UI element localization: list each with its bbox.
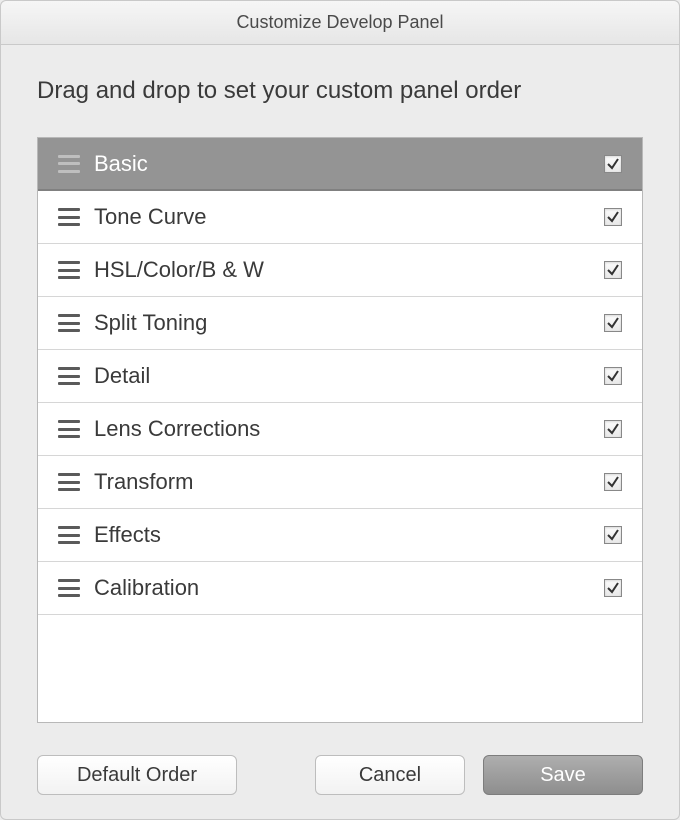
panel-checkbox-basic[interactable]: [604, 155, 622, 173]
panel-checkbox-detail[interactable]: [604, 367, 622, 385]
panel-label: Tone Curve: [94, 204, 604, 230]
window-titlebar: Customize Develop Panel: [1, 1, 679, 45]
panel-checkbox-split-toning[interactable]: [604, 314, 622, 332]
dialog-footer: Default Order Cancel Save: [37, 755, 643, 795]
panel-checkbox-hsl-color-bw[interactable]: [604, 261, 622, 279]
panel-checkbox-transform[interactable]: [604, 473, 622, 491]
panel-row-transform[interactable]: Transform: [38, 456, 642, 509]
panel-checkbox-lens-corrections[interactable]: [604, 420, 622, 438]
panel-checkbox-effects[interactable]: [604, 526, 622, 544]
panel-row-basic[interactable]: Basic: [38, 138, 642, 191]
panel-checkbox-tone-curve[interactable]: [604, 208, 622, 226]
drag-handle-icon[interactable]: [58, 314, 80, 332]
drag-handle-icon[interactable]: [58, 367, 80, 385]
panel-label: Detail: [94, 363, 604, 389]
panel-row-detail[interactable]: Detail: [38, 350, 642, 403]
panel-label: Effects: [94, 522, 604, 548]
panel-checkbox-calibration[interactable]: [604, 579, 622, 597]
panel-label: Calibration: [94, 575, 604, 601]
drag-handle-icon[interactable]: [58, 579, 80, 597]
drag-handle-icon[interactable]: [58, 208, 80, 226]
drag-handle-icon[interactable]: [58, 526, 80, 544]
drag-handle-icon[interactable]: [58, 420, 80, 438]
panel-label: Split Toning: [94, 310, 604, 336]
panel-list: Basic Tone Curve HSL/Color/B & W: [37, 137, 643, 723]
save-button[interactable]: Save: [483, 755, 643, 795]
cancel-button[interactable]: Cancel: [315, 755, 465, 795]
panel-label: HSL/Color/B & W: [94, 257, 604, 283]
panel-row-calibration[interactable]: Calibration: [38, 562, 642, 615]
default-order-button[interactable]: Default Order: [37, 755, 237, 795]
panel-row-split-toning[interactable]: Split Toning: [38, 297, 642, 350]
empty-row: [38, 615, 642, 722]
drag-handle-icon[interactable]: [58, 473, 80, 491]
panel-label: Lens Corrections: [94, 416, 604, 442]
panel-row-hsl-color-bw[interactable]: HSL/Color/B & W: [38, 244, 642, 297]
window-title: Customize Develop Panel: [236, 12, 443, 33]
content-area: Drag and drop to set your custom panel o…: [1, 45, 679, 819]
drag-handle-icon[interactable]: [58, 261, 80, 279]
panel-row-effects[interactable]: Effects: [38, 509, 642, 562]
panel-row-lens-corrections[interactable]: Lens Corrections: [38, 403, 642, 456]
instruction-text: Drag and drop to set your custom panel o…: [37, 77, 643, 105]
panel-row-tone-curve[interactable]: Tone Curve: [38, 191, 642, 244]
panel-label: Basic: [94, 151, 604, 177]
panel-label: Transform: [94, 469, 604, 495]
customize-develop-panel-window: Customize Develop Panel Drag and drop to…: [0, 0, 680, 820]
drag-handle-icon[interactable]: [58, 155, 80, 173]
